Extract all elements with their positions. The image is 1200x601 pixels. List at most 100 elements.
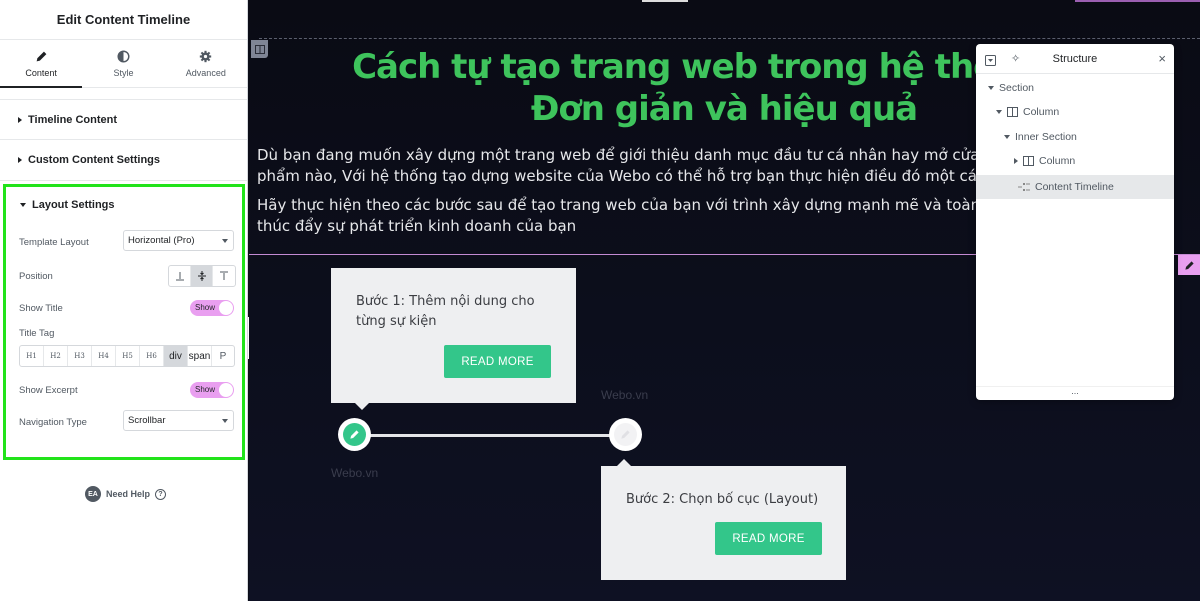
pencil-icon <box>350 430 359 439</box>
title-tag-h6[interactable]: H6 <box>140 346 164 366</box>
editor-panel: Edit Content Timeline Content Style Adva… <box>0 0 248 601</box>
timeline-card-text: Bước 2: Chọn bố cục (Layout) <box>626 492 819 507</box>
navigation-type-select[interactable]: Scrollbar <box>123 410 234 431</box>
column-icon <box>1007 107 1018 117</box>
title-tag-label: Title Tag <box>19 328 55 339</box>
column-icon <box>1023 156 1034 166</box>
section-timeline-content-label: Timeline Content <box>28 113 118 126</box>
structure-header: ✧ Structure × <box>976 44 1174 74</box>
title-tag-h1[interactable]: H1 <box>20 346 44 366</box>
section-timeline-content[interactable]: Timeline Content <box>0 99 247 140</box>
caret-down-icon <box>20 203 26 207</box>
question-icon: ? <box>155 488 167 500</box>
section-custom-content-settings[interactable]: Custom Content Settings <box>0 140 247 181</box>
align-top-icon <box>220 271 228 280</box>
pencil-icon <box>36 51 47 61</box>
caret-right-icon <box>18 157 22 163</box>
template-layout-label: Template Layout <box>19 237 89 248</box>
section-top-marker <box>642 0 688 2</box>
show-title-toggle-label: Show <box>195 303 216 312</box>
chevron-down-icon <box>222 419 228 423</box>
read-more-button[interactable]: READ MORE <box>715 522 822 555</box>
structure-item-inner-column[interactable]: Column <box>976 149 1174 173</box>
title-tag-h5[interactable]: H5 <box>116 346 140 366</box>
show-title-toggle[interactable]: Show <box>190 300 234 316</box>
caret-down-icon <box>1004 135 1010 139</box>
section-top-marker-active <box>1075 0 1200 2</box>
timeline-card-text: Bước 1: Thêm nội dung cho từng sự kiện <box>356 294 535 329</box>
title-tag-p[interactable]: P <box>212 346 234 366</box>
structure-item-label: Section <box>999 82 1035 94</box>
section-custom-content-label: Custom Content Settings <box>28 154 160 166</box>
structure-item-content-timeline[interactable]: Content Timeline <box>976 175 1174 199</box>
show-excerpt-toggle-label: Show <box>195 385 216 394</box>
structure-item-section[interactable]: Section <box>976 76 1174 100</box>
title-tag-h3[interactable]: H3 <box>68 346 92 366</box>
timeline-dot-inner <box>343 423 366 446</box>
title-tag-span[interactable]: span <box>188 346 212 366</box>
show-excerpt-label: Show Excerpt <box>19 385 78 396</box>
card-pointer <box>617 459 631 466</box>
layout-settings-label: Layout Settings <box>32 199 115 211</box>
title-tag-button-group: H1 H2 H3 H4 H5 H6 div span P <box>19 345 235 367</box>
structure-item-label: Column <box>1023 106 1060 118</box>
title-tag-div[interactable]: div <box>164 346 188 366</box>
toggle-knob <box>219 301 233 315</box>
caret-right-icon <box>1014 158 1018 164</box>
show-title-label: Show Title <box>19 303 63 314</box>
position-button-group <box>168 265 236 287</box>
timeline-card: Bước 1: Thêm nội dung cho từng sự kiện R… <box>331 268 576 403</box>
watermark: Webo.vn <box>601 388 649 402</box>
tab-content-label: Content <box>25 67 57 78</box>
caret-down-icon <box>996 110 1002 114</box>
column-handle[interactable] <box>251 40 268 58</box>
structure-title: Structure <box>1052 52 1098 65</box>
need-help-link[interactable]: EA Need Help ? <box>85 486 167 502</box>
position-bottom-button[interactable] <box>169 266 191 286</box>
caret-down-icon <box>988 86 994 90</box>
tab-advanced[interactable]: Advanced <box>165 40 247 87</box>
structure-resize-handle[interactable]: ... <box>976 386 1174 400</box>
navigation-type-value: Scrollbar <box>128 415 166 426</box>
title-tag-h2[interactable]: H2 <box>44 346 68 366</box>
navigation-type-label: Navigation Type <box>19 417 87 428</box>
timeline-line <box>359 434 627 437</box>
timeline-card: Bước 2: Chọn bố cục (Layout) READ MORE <box>601 466 846 580</box>
tab-content[interactable]: Content <box>0 40 83 88</box>
position-label: Position <box>19 271 53 282</box>
close-icon[interactable]: × <box>1158 51 1166 66</box>
position-middle-button[interactable] <box>191 266 213 286</box>
pencil-icon <box>1184 260 1194 270</box>
half-circle-icon <box>117 49 130 63</box>
tab-advanced-label: Advanced <box>185 67 226 78</box>
gear-icon <box>200 50 212 62</box>
ea-logo-icon: EA <box>85 486 101 502</box>
tab-style[interactable]: Style <box>82 40 164 87</box>
template-layout-select[interactable]: Horizontal (Pro) <box>123 230 234 251</box>
timeline-dot-active[interactable] <box>338 418 371 451</box>
align-middle-icon <box>197 271 206 281</box>
read-more-button[interactable]: READ MORE <box>444 345 551 378</box>
timeline-widget-icon <box>1018 183 1030 191</box>
need-help-label: Need Help <box>106 489 151 499</box>
chevron-down-icon <box>222 239 228 243</box>
pencil-icon <box>621 430 630 439</box>
structure-item-column[interactable]: Column <box>976 100 1174 124</box>
title-tag-h4[interactable]: H4 <box>92 346 116 366</box>
align-bottom-icon <box>175 272 184 281</box>
timeline-dot[interactable] <box>609 418 642 451</box>
structure-item-label: Column <box>1039 155 1076 167</box>
timeline-dot-inner <box>614 423 637 446</box>
caret-right-icon <box>18 116 22 123</box>
column-icon <box>254 44 265 54</box>
structure-panel: ✧ Structure × Section Column Inner Secti… <box>976 44 1174 400</box>
structure-item-inner-section[interactable]: Inner Section <box>976 125 1174 149</box>
toggle-knob <box>219 383 233 397</box>
layout-settings-header[interactable]: Layout Settings <box>20 199 115 211</box>
panel-title: Edit Content Timeline <box>0 0 247 40</box>
position-top-button[interactable] <box>213 266 235 286</box>
layout-settings-section: Layout Settings Template Layout Horizont… <box>3 184 245 460</box>
structure-item-label: Content Timeline <box>1035 181 1114 193</box>
edit-widget-button[interactable] <box>1178 255 1200 275</box>
show-excerpt-toggle[interactable]: Show <box>190 382 234 398</box>
